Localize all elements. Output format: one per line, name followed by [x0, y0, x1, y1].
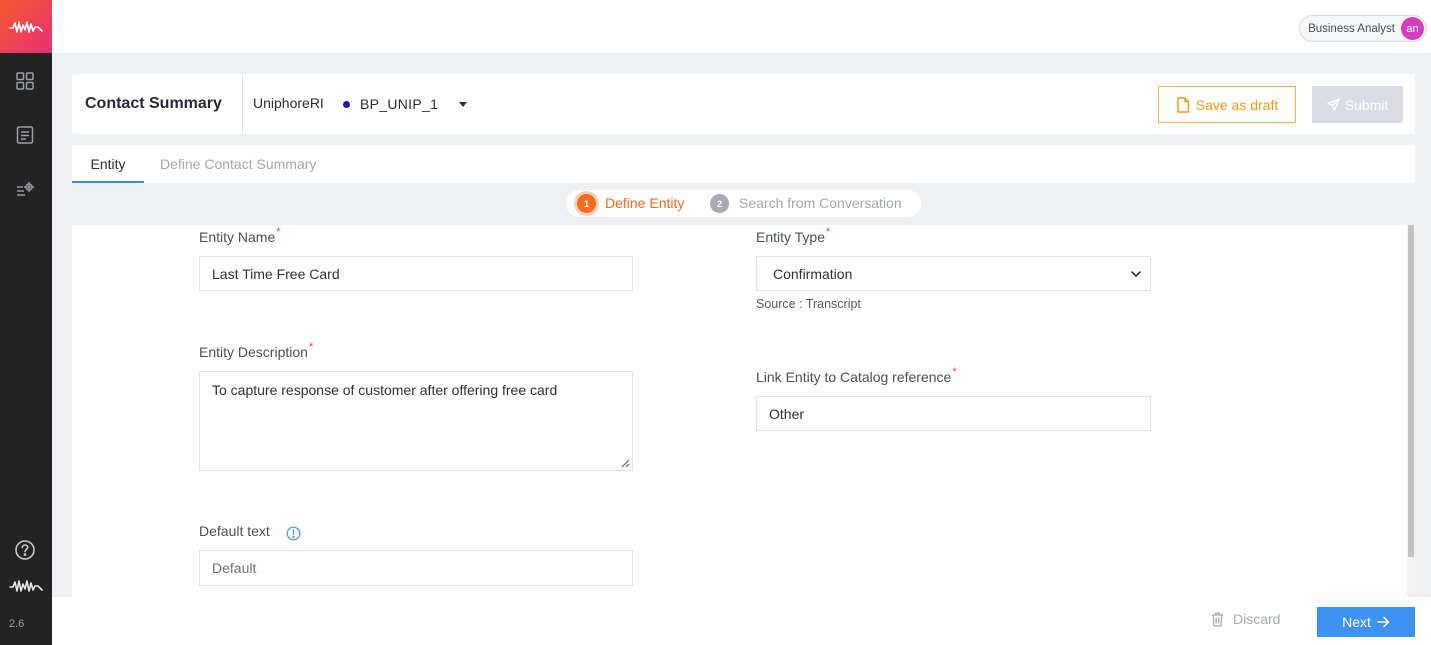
entity-type-source-hint: Source : Transcript	[756, 297, 861, 311]
entity-type-label-text: Entity Type	[756, 229, 826, 245]
step-1-number: 1	[577, 194, 596, 213]
required-mark: *	[826, 226, 831, 238]
app-version: 2.6	[9, 618, 25, 630]
step-search-from-conversation[interactable]: Search from Conversation	[739, 195, 902, 211]
step-indicator: 1 Define Entity 2 Search from Conversati…	[566, 190, 921, 217]
project-name: UniphoreRI	[253, 95, 324, 111]
brand-logo[interactable]	[0, 0, 52, 53]
waveform-logo-icon	[9, 20, 43, 33]
tab-bar: Entity Define Contact Summary	[72, 145, 1415, 183]
footer-bar: Discard Next	[52, 597, 1431, 645]
arrow-right-icon	[1377, 616, 1390, 628]
step-2-number: 2	[710, 194, 729, 213]
page-title: Contact Summary	[85, 95, 222, 112]
avatar: an	[1401, 17, 1424, 40]
waveform-footer-icon	[8, 575, 44, 597]
entity-name-label: Entity Name*	[199, 226, 281, 245]
submit-button[interactable]: Submit	[1312, 86, 1403, 123]
tab-define-contact-summary[interactable]: Define Contact Summary	[160, 145, 316, 183]
entity-description-label: Entity Description*	[199, 341, 314, 360]
environment-selector[interactable]: BP_UNIP_1	[360, 96, 438, 112]
step-define-entity[interactable]: Define Entity	[605, 195, 684, 211]
default-text-input[interactable]: Default	[199, 550, 633, 586]
entity-description-textarea[interactable]: To capture response of customer after of…	[199, 371, 633, 471]
discard-label: Discard	[1233, 611, 1281, 627]
required-mark: *	[952, 366, 957, 378]
required-mark: *	[276, 226, 281, 238]
entity-description-value: To capture response of customer after of…	[212, 382, 558, 398]
user-role-menu[interactable]: Business Analyst an	[1299, 15, 1427, 42]
entity-name-input[interactable]: Last Time Free Card	[199, 256, 633, 291]
tab-entity[interactable]: Entity	[72, 145, 144, 183]
entity-description-label-text: Entity Description	[199, 344, 308, 360]
required-mark: *	[308, 341, 314, 353]
send-icon	[1327, 98, 1340, 111]
entity-name-label-text: Entity Name	[199, 229, 276, 245]
page-header: Contact Summary UniphoreRI BP_UNIP_1 Sav…	[72, 74, 1415, 134]
scrollbar-thumb[interactable]	[1408, 225, 1414, 557]
next-label: Next	[1342, 614, 1371, 630]
catalog-reference-label-text: Link Entity to Catalog reference	[756, 369, 952, 385]
trash-icon	[1212, 612, 1223, 627]
settings-list-icon[interactable]	[14, 178, 36, 200]
entity-type-select[interactable]: Confirmation	[756, 256, 1151, 291]
chevron-down-icon	[1131, 271, 1141, 277]
document-list-icon[interactable]	[14, 124, 36, 146]
entity-type-label: Entity Type*	[756, 226, 831, 245]
next-button[interactable]: Next	[1317, 607, 1415, 637]
submit-label: Submit	[1344, 96, 1389, 113]
catalog-reference-label: Link Entity to Catalog reference*	[756, 366, 957, 385]
resize-handle-icon[interactable]	[621, 459, 630, 468]
entity-type-value: Confirmation	[773, 265, 853, 282]
discard-button[interactable]: Discard	[1211, 611, 1280, 627]
help-icon[interactable]	[14, 539, 36, 561]
user-role-label: Business Analyst	[1308, 22, 1395, 35]
catalog-reference-input[interactable]: Other	[756, 396, 1151, 431]
save-as-draft-button[interactable]: Save as draft	[1158, 86, 1296, 123]
file-icon	[1177, 96, 1189, 113]
info-icon[interactable]	[286, 526, 301, 541]
entity-form: Entity Name* Last Time Free Card Entity …	[72, 225, 1415, 597]
caret-down-icon[interactable]	[459, 102, 467, 107]
default-text-label: Default text	[199, 523, 270, 539]
top-bar: Business Analyst an	[52, 0, 1431, 53]
header-divider	[242, 74, 243, 134]
left-sidebar: 2.6	[0, 0, 52, 645]
scrollbar[interactable]	[1407, 225, 1415, 597]
environment-status-dot	[343, 101, 350, 108]
save-as-draft-label: Save as draft	[1195, 96, 1279, 113]
dashboard-grid-icon[interactable]	[14, 70, 36, 92]
